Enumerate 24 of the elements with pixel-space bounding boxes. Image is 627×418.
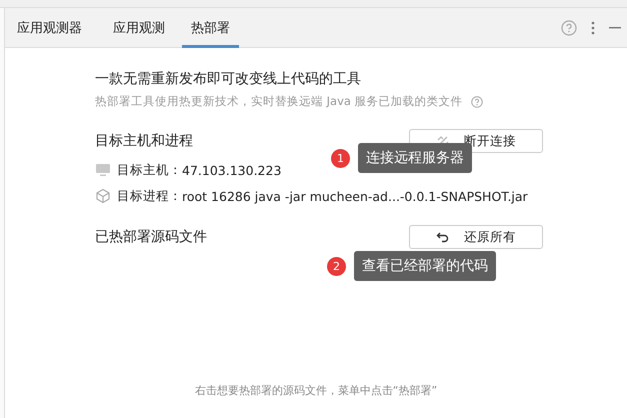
help-icon[interactable] [561, 20, 577, 36]
field-value: 47.103.130.223 [182, 162, 282, 178]
annotation-tooltip: 连接远程服务器 [358, 143, 472, 173]
footer-hint: 右击想要热部署的源码文件，菜单中点击“热部署” [194, 383, 438, 398]
annotation-tooltip: 查看已经部署的代码 [354, 251, 496, 281]
step-marker: 1 [331, 148, 350, 168]
more-icon[interactable] [591, 20, 595, 34]
tab[interactable]: 热部署 [182, 8, 239, 48]
restore-all-button[interactable]: 还原所有 [409, 225, 543, 249]
intro-heading: 一款无需重新发布即可改变线上代码的工具 [95, 70, 362, 88]
field-value: root 16286 java -jar mucheen-ad...-0.0.1-SNAPSHOT.jar [182, 188, 528, 204]
panel-title: 应用观测器 [17, 20, 82, 36]
field-label: 目标进程： [117, 188, 182, 204]
monitor-icon [95, 163, 111, 177]
minimize-icon[interactable] [609, 26, 621, 28]
help-icon[interactable] [470, 96, 483, 108]
field-label: 目标主机： [117, 162, 182, 178]
section-heading: 目标主机和进程 [95, 132, 193, 150]
cube-icon [95, 188, 111, 204]
intro-description: 热部署工具使用热更新技术，实时替换远端 Java 服务已加载的类文件 [95, 94, 463, 109]
section-heading: 已热部署源码文件 [95, 228, 207, 246]
tab[interactable]: 应用观测 [104, 8, 174, 48]
step-marker: 2 [327, 256, 346, 276]
undo-icon [436, 230, 450, 244]
